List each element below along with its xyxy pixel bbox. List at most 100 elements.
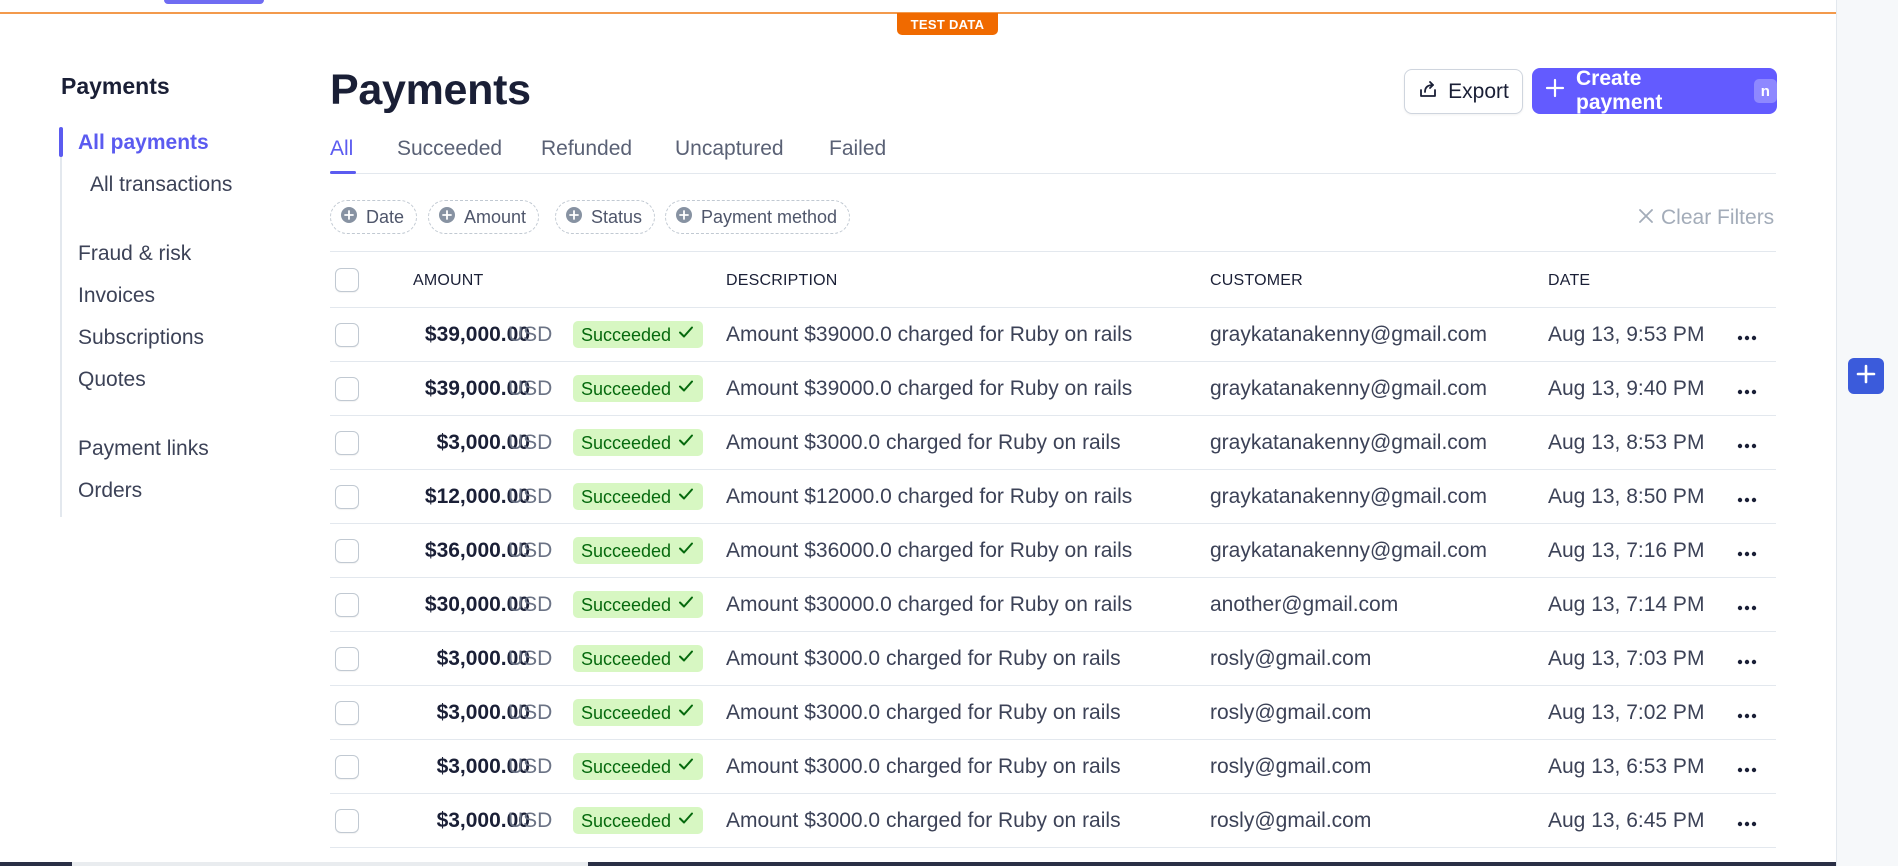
row-checkbox[interactable] <box>335 323 359 347</box>
filter-chip-date[interactable]: Date <box>330 200 418 234</box>
row-actions-button[interactable] <box>1736 651 1758 667</box>
row-actions-button[interactable] <box>1736 543 1758 559</box>
more-horizontal-icon <box>1737 431 1757 455</box>
row-actions-button[interactable] <box>1736 705 1758 721</box>
tab-refunded[interactable]: Refunded <box>541 137 632 161</box>
status-label: Succeeded <box>581 648 672 669</box>
row-actions-button[interactable] <box>1736 489 1758 505</box>
plus-circle-icon <box>340 206 358 229</box>
active-tab-underline <box>330 171 356 174</box>
status-badge: Succeeded <box>573 807 704 834</box>
checkmark-icon <box>677 701 695 725</box>
row-actions-button[interactable] <box>1736 381 1758 397</box>
more-horizontal-icon <box>1737 593 1757 617</box>
sidebar-item-fraud-risk[interactable]: Fraud & risk <box>78 242 191 266</box>
filter-chip-payment-method[interactable]: Payment method <box>665 200 851 234</box>
status-label: Succeeded <box>581 540 672 561</box>
currency-cell: USD <box>508 431 553 454</box>
row-actions-button[interactable] <box>1736 759 1758 775</box>
select-all-checkbox[interactable] <box>335 268 359 292</box>
row-checkbox[interactable] <box>335 701 359 725</box>
tab-succeeded[interactable]: Succeeded <box>397 137 502 161</box>
keyboard-shortcut-badge: n <box>1753 79 1777 103</box>
date-cell: Aug 13, 7:02 PM <box>1548 701 1705 724</box>
table-row[interactable]: $3,000.00 USD Succeeded Amount $3000.0 char… <box>330 416 1776 470</box>
row-actions-button[interactable] <box>1736 597 1758 613</box>
sidebar-item-all-transactions[interactable]: All transactions <box>90 173 232 197</box>
row-checkbox[interactable] <box>335 593 359 617</box>
sidebar-active-indicator <box>59 127 63 157</box>
row-checkbox[interactable] <box>335 755 359 779</box>
description-cell: Amount $30000.0 charged for Ruby on rail… <box>726 593 1133 616</box>
clear-filters-button[interactable]: Clear Filters <box>1638 206 1774 230</box>
test-data-badge: TEST DATA <box>897 13 998 35</box>
filter-chip-amount[interactable]: Amount <box>428 200 540 234</box>
row-checkbox[interactable] <box>335 485 359 509</box>
currency-cell: USD <box>508 539 553 562</box>
currency-cell: USD <box>508 485 553 508</box>
tabs-divider <box>330 173 1776 174</box>
sidebar-item-subscriptions[interactable]: Subscriptions <box>78 326 204 350</box>
row-checkbox[interactable] <box>335 809 359 833</box>
payments-table: AMOUNT DESCRIPTION CUSTOMER DATE $39,000… <box>330 252 1776 848</box>
tab-failed[interactable]: Failed <box>829 137 886 161</box>
table-row[interactable]: $3,000.00 USD Succeeded Amount $3000.0 char… <box>330 686 1776 740</box>
status-badge: Succeeded <box>573 483 704 510</box>
export-button[interactable]: Export <box>1404 69 1523 114</box>
table-row[interactable]: $3,000.00 USD Succeeded Amount $3000.0 char… <box>330 740 1776 794</box>
tab-uncaptured[interactable]: Uncaptured <box>675 137 784 161</box>
filter-chip-label: Status <box>591 206 643 227</box>
table-row[interactable]: $39,000.00 USD Succeeded Amount $39000.0 ch… <box>330 308 1776 362</box>
description-cell: Amount $3000.0 charged for Ruby on rails <box>726 431 1121 454</box>
tab-all[interactable]: All <box>330 137 353 161</box>
table-row[interactable]: $36,000.00 USD Succeeded Amount $36000.0 ch… <box>330 524 1776 578</box>
row-actions-button[interactable] <box>1736 327 1758 343</box>
description-cell: Amount $36000.0 charged for Ruby on rail… <box>726 539 1133 562</box>
status-label: Succeeded <box>581 486 672 507</box>
date-cell: Aug 13, 7:14 PM <box>1548 593 1705 616</box>
status-label: Succeeded <box>581 324 672 345</box>
currency-cell: USD <box>508 755 553 778</box>
plus-circle-icon <box>438 206 456 229</box>
sidebar-item-orders[interactable]: Orders <box>78 479 142 503</box>
row-checkbox[interactable] <box>335 539 359 563</box>
sidebar-item-invoices[interactable]: Invoices <box>78 284 155 308</box>
row-actions-button[interactable] <box>1736 435 1758 451</box>
customer-cell: rosly@gmail.com <box>1210 647 1372 670</box>
row-actions-button[interactable] <box>1736 813 1758 829</box>
export-icon <box>1418 79 1438 105</box>
row-checkbox[interactable] <box>335 647 359 671</box>
column-header-date[interactable]: DATE <box>1548 272 1590 290</box>
row-checkbox[interactable] <box>335 377 359 401</box>
description-cell: Amount $12000.0 charged for Ruby on rail… <box>726 485 1133 508</box>
sidebar-item-quotes[interactable]: Quotes <box>78 368 146 392</box>
table-row[interactable]: $39,000.00 USD Succeeded Amount $39000.0 ch… <box>330 362 1776 416</box>
table-body: $39,000.00 USD Succeeded Amount $39000.0 ch… <box>330 308 1776 848</box>
currency-cell: USD <box>508 701 553 724</box>
sidebar-item-all-payments[interactable]: All payments <box>78 131 209 155</box>
close-icon <box>1638 206 1654 230</box>
description-cell: Amount $3000.0 charged for Ruby on rails <box>726 647 1121 670</box>
filter-chip-label: Amount <box>464 206 527 227</box>
sidebar-item-payment-links[interactable]: Payment links <box>78 437 209 461</box>
row-checkbox[interactable] <box>335 431 359 455</box>
status-label: Succeeded <box>581 594 672 615</box>
checkmark-icon <box>677 377 695 401</box>
table-row[interactable]: $30,000.00 USD Succeeded Amount $30000.0 ch… <box>330 578 1776 632</box>
date-cell: Aug 13, 8:53 PM <box>1548 431 1705 454</box>
more-horizontal-icon <box>1737 809 1757 833</box>
customer-cell: rosly@gmail.com <box>1210 701 1372 724</box>
filter-chip-status[interactable]: Status <box>555 200 656 234</box>
floating-add-button[interactable] <box>1848 358 1884 394</box>
column-header-amount[interactable]: AMOUNT <box>413 272 484 290</box>
table-row[interactable]: $3,000.00 USD Succeeded Amount $3000.0 char… <box>330 632 1776 686</box>
create-payment-button[interactable]: Create payment n <box>1532 67 1777 114</box>
table-row[interactable]: $3,000.00 USD Succeeded Amount $3000.0 char… <box>330 794 1776 848</box>
date-cell: Aug 13, 8:50 PM <box>1548 485 1705 508</box>
create-payment-label: Create payment <box>1576 67 1663 114</box>
status-label: Succeeded <box>581 756 672 777</box>
clear-filters-label: Clear Filters <box>1661 206 1775 229</box>
customer-cell: rosly@gmail.com <box>1210 809 1372 832</box>
page-title: Payments <box>330 66 531 114</box>
table-row[interactable]: $12,000.00 USD Succeeded Amount $12000.0 ch… <box>330 470 1776 524</box>
